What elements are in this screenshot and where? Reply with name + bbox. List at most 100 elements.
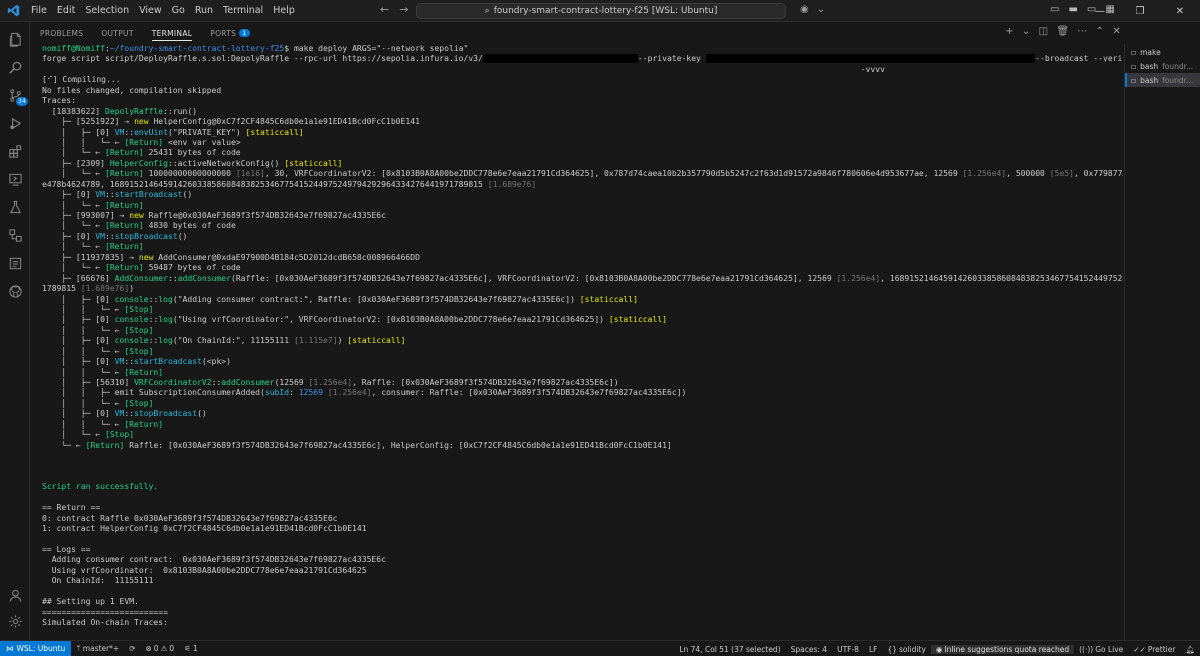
terminal-text: forge script script/DeployRaffle.s.sol:D… [42,54,483,64]
notifications-bell[interactable]: 🔔︎ [1180,645,1200,654]
terminal-line: Simulated On-chain Traces: [42,618,1123,628]
terminal-line: ├─ [993007] → new Raffle@0x030AeF3689f3f… [42,211,1123,221]
restore-icon[interactable]: ❐ [1120,0,1160,22]
new-terminal-plus-icon[interactable]: + [1005,26,1014,37]
command-center[interactable]: ⌕ foundry-smart-contract-lottery-f25 [WS… [416,3,786,19]
terminal-text: Raffle: [0x030AeF3689f3f574DB32643e7f698… [124,440,672,450]
account-icon[interactable] [0,582,30,608]
window-controls: — ❐ ✕ [1080,0,1200,22]
menu-selection[interactable]: Selection [80,5,134,16]
testing-icon[interactable] [0,194,30,220]
terminal-text: │ └─ ← [42,430,105,440]
terminal-text: │ ├─ [0] [42,409,115,419]
indentation[interactable]: Spaces: 4 [786,645,832,654]
terminal-text: [1.256e4] [962,169,1007,179]
database-icon[interactable] [0,250,30,276]
source-control-icon[interactable]: 34 [0,82,30,108]
maximize-panel-icon[interactable]: ⌃ [1096,26,1105,37]
terminal-tab-bash-2[interactable]: ▫ bash foundr... [1125,73,1200,87]
menu-help[interactable]: Help [268,5,300,16]
close-icon[interactable]: ✕ [1160,0,1200,22]
terminal-line: │ │ └─ ← [Stop] [42,399,1123,409]
explorer-icon[interactable] [0,26,30,52]
terminal-text: new [134,117,149,127]
terminal-line: [⠊] Compiling... [42,75,1123,85]
terminal-text: [Stop] [124,325,154,335]
terminal-line: │ │ └─ ← [Return] [42,420,1123,430]
copilot-icon: ◉ [935,644,943,654]
forward-arrow-icon[interactable]: → [399,3,408,16]
terminal-text: VRFCoordinatorV2 [134,378,212,387]
terminal-text: (Raffle: [0x030AeF3689f3f574DB32643e7f69… [230,273,837,283]
trash-icon[interactable]: 🗑 [1056,26,1069,37]
search-icon[interactable] [0,54,30,80]
tab-problems-label: PROBLEMS [40,28,84,38]
broadcast-icon: ((·)) [1079,644,1094,654]
prettier-status[interactable]: ✓✓ Prettier [1128,645,1180,654]
terminal-tab-name: make [1140,47,1161,57]
git-branch[interactable]: ᛘ master*+ [71,644,124,653]
extensions-icon[interactable] [0,138,30,164]
terminal-tab-bash-1[interactable]: ▫ bash foundr... [1125,59,1200,73]
more-actions-icon[interactable]: ⋯ [1077,26,1087,37]
terminal-text: :: [167,273,178,283]
terminal-output[interactable]: nomiff@Nomiff: ~/foundry-smart-contract-l… [31,44,1123,640]
terminal-text: [staticcall] [347,336,406,346]
language-mode[interactable]: {} solidity [882,645,930,654]
github-icon[interactable] [0,278,30,304]
terminal-line: ├─ [2309] HelperConfig::activeNetworkCon… [42,159,1123,169]
terminal-text: Script ran successfully. [42,482,159,492]
terminal-text: [⠊] Compiling... [42,75,121,85]
warning-count: 0 [169,644,175,653]
toggle-sidebar-icon[interactable]: ▭ [1050,4,1059,15]
remote-explorer-icon[interactable] [0,166,30,192]
menu-run[interactable]: Run [190,5,218,16]
terminal-tab-make[interactable]: ▫ make [1125,45,1200,59]
tab-ports[interactable]: PORTS 1 [201,22,258,44]
menu-edit[interactable]: Edit [52,5,80,16]
docker-icon[interactable] [0,222,30,248]
chevron-down-icon[interactable]: ⌄ [817,4,825,15]
terminal-text: [Return] [124,137,164,147]
cursor-position[interactable]: Ln 74, Col 51 (37 selected) [674,645,785,654]
tab-output[interactable]: OUTPUT [92,22,142,44]
menu-go[interactable]: Go [167,5,190,16]
toggle-panel-icon[interactable]: ▬ [1068,4,1077,15]
tab-problems[interactable]: PROBLEMS [31,22,92,44]
copilot-quota[interactable]: ◉ Inline suggestions quota reached [930,644,1075,654]
go-live-button[interactable]: ((·)) Go Live [1074,645,1128,654]
terminal-text: == Logs == [42,545,91,554]
terminal-line: Using vrfCoordinator: 0x8103B0A8A00be2DD… [42,566,1123,576]
encoding[interactable]: UTF-8 [832,645,864,654]
minimize-icon[interactable]: — [1080,0,1120,22]
remote-indicator[interactable]: ⋈ WSL: Ubuntu [0,640,72,656]
terminal-text: ) [129,284,135,294]
terminal-text: : [289,388,299,398]
menu-view[interactable]: View [134,5,167,16]
terminal-text: ## Setting up 1 EVM. [42,597,139,607]
terminal-text: 4830 bytes of code [143,221,236,231]
tab-terminal[interactable]: TERMINAL [143,22,202,44]
end-of-line[interactable]: LF [864,645,883,654]
terminal-text: log [158,294,173,304]
back-arrow-icon[interactable]: ← [380,3,389,16]
settings-gear-icon[interactable] [0,608,30,634]
terminal-text: [staticcall] [608,315,668,325]
copilot-icon[interactable]: ◉ [800,4,809,15]
terminal-text: , 30, VRFCoordinatorV2: [0x8103B0A8A00be… [264,169,963,179]
menu-terminal[interactable]: Terminal [218,5,268,16]
sync-status[interactable]: ⟳ [124,644,140,653]
double-check-icon: ✓✓ [1133,644,1146,654]
terminal-text: console [114,336,149,346]
run-debug-icon[interactable] [0,110,30,136]
terminal-text: [1e16] [235,169,265,179]
ports-status[interactable]: ⚟ 1 [179,644,203,653]
terminal-line: forge script script/DeployRaffle.s.sol:D… [42,54,1123,64]
split-terminal-icon[interactable]: ◫ [1039,26,1049,37]
menu-file[interactable]: File [26,5,52,16]
close-panel-icon[interactable]: ✕ [1112,26,1121,37]
chevron-down-icon[interactable]: ⌄ [1022,26,1031,37]
terminal-text: startBroadcast [134,357,202,367]
problems-status[interactable]: ⊗ 0 ⚠ 0 [141,644,180,653]
